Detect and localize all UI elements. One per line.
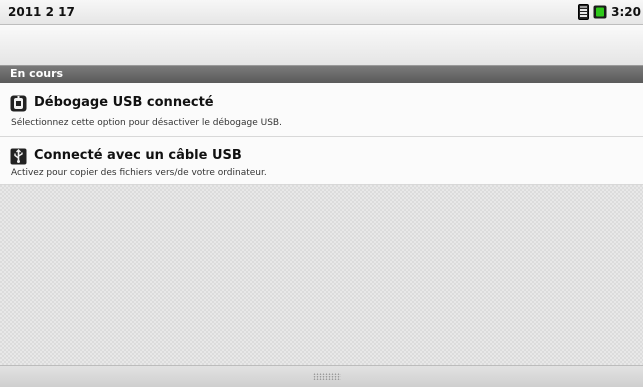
status-icons: 3:20 (578, 3, 641, 21)
notification-text: Sélectionnez cette option pour désactive… (11, 118, 282, 128)
notification-empty-area (0, 185, 643, 365)
notification-usb-connected[interactable]: Connecté avec un câble USB Activez pour … (0, 137, 643, 185)
signal-icon (578, 4, 590, 20)
notification-title: Débogage USB connecté (34, 95, 214, 110)
notification-usb-debugging[interactable]: Débogage USB connecté Sélectionnez cette… (0, 83, 643, 137)
grip-icon (313, 373, 341, 380)
notification-text: Activez pour copier des fichiers vers/de… (11, 168, 267, 178)
status-bar: 2011 2 17 3:20 (0, 0, 643, 25)
section-title: En cours (10, 67, 64, 80)
notification-title: Connecté avec un câble USB (34, 148, 242, 163)
usb-icon (10, 148, 27, 165)
clock: 3:20 (611, 5, 641, 19)
usb-debug-icon (10, 95, 27, 112)
status-date: 2011 2 17 (8, 5, 75, 19)
ongoing-section-header: En cours (0, 65, 643, 83)
notification-panel-header (0, 25, 643, 65)
drag-handle[interactable] (0, 365, 643, 387)
battery-icon (593, 4, 607, 20)
